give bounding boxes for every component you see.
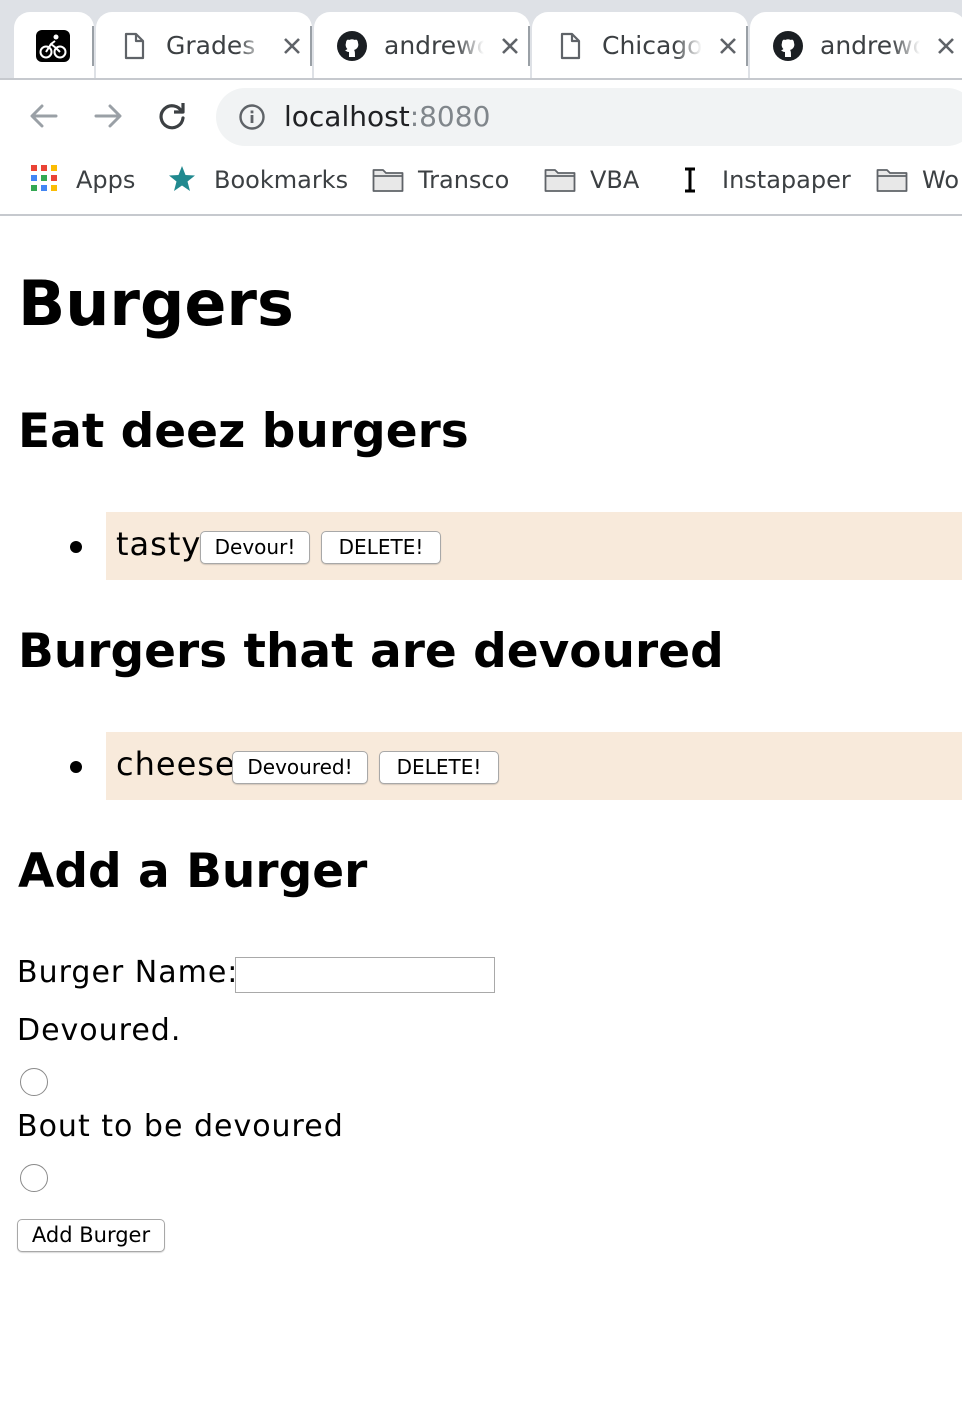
tab-grades[interactable]: Grades <box>96 12 312 78</box>
list-bullet <box>70 761 82 773</box>
close-icon[interactable] <box>276 30 308 62</box>
tab-separator <box>746 26 748 66</box>
bookmark-label: Wo <box>922 166 960 194</box>
star-icon <box>169 166 195 191</box>
burger-name-label: Burger Name: <box>17 955 239 990</box>
add-burger-heading: Add a Burger <box>18 844 368 899</box>
document-icon <box>560 32 581 60</box>
tab-separator <box>528 26 530 66</box>
list-item: tasty Devour! DELETE! <box>106 512 962 580</box>
tab-title: Chicago <box>602 30 702 62</box>
devoured-button[interactable]: Devoured! <box>232 751 368 784</box>
tab-separator <box>310 26 312 66</box>
bookmarks-bar: Apps Bookmarks Transco VBA Instapaper Wo <box>0 154 962 216</box>
burger-name-input[interactable] <box>235 957 495 993</box>
forward-arrow-icon[interactable] <box>90 98 126 134</box>
list-bullet <box>70 541 82 553</box>
list-item: cheese Devoured! DELETE! <box>106 732 962 800</box>
bookmark-label: Apps <box>76 166 136 194</box>
document-icon <box>124 32 145 60</box>
bookmark-label: Bookmarks <box>214 166 349 194</box>
not-devoured-radio[interactable] <box>20 1164 48 1192</box>
tab-github-2[interactable]: andrewc <box>750 12 962 78</box>
tab-pinned[interactable] <box>14 12 94 78</box>
devour-button[interactable]: Devour! <box>200 531 310 564</box>
bookmark-label: Instapaper <box>722 166 851 194</box>
close-icon[interactable] <box>930 30 962 62</box>
bookmark-label: Transco <box>418 166 510 194</box>
bookmark-label: VBA <box>590 166 640 194</box>
back-arrow-icon[interactable] <box>26 98 62 134</box>
tab-github-1[interactable]: andrewc <box>314 12 530 78</box>
not-devoured-option-label: Bout to be devoured <box>17 1109 344 1144</box>
burger-name: cheese <box>116 745 236 783</box>
devoured-radio[interactable] <box>20 1068 48 1096</box>
cyclist-icon <box>36 30 70 62</box>
page-title: Burgers <box>18 267 294 340</box>
delete-button[interactable]: DELETE! <box>321 531 441 564</box>
info-icon[interactable] <box>238 103 266 131</box>
browser-toolbar: localhost:8080 <box>0 78 962 154</box>
page-content: Burgers Eat deez burgers tasty Devour! D… <box>0 216 962 1412</box>
devoured-option-label: Devoured. <box>17 1013 182 1048</box>
tab-strip: Grades andrewc Chicago andrewc <box>0 0 962 78</box>
github-icon <box>337 31 367 61</box>
folder-icon <box>544 169 576 192</box>
github-icon <box>773 31 803 61</box>
address-bar[interactable]: localhost:8080 <box>216 88 962 146</box>
tab-title: andrewc <box>384 30 484 62</box>
tab-title: Grades <box>166 30 266 62</box>
close-icon[interactable] <box>712 30 744 62</box>
close-icon[interactable] <box>494 30 526 62</box>
apps-grid-icon <box>31 165 57 191</box>
burger-name: tasty <box>116 525 202 563</box>
devoured-heading: Burgers that are devoured <box>18 624 724 679</box>
instapaper-icon <box>676 164 704 196</box>
folder-icon <box>372 169 404 192</box>
tab-title: andrewc <box>820 30 920 62</box>
uneaten-heading: Eat deez burgers <box>18 404 469 459</box>
add-burger-button[interactable]: Add Burger <box>17 1219 165 1252</box>
tab-chicago[interactable]: Chicago <box>532 12 748 78</box>
delete-button[interactable]: DELETE! <box>379 751 499 784</box>
folder-icon <box>876 169 908 192</box>
reload-icon[interactable] <box>154 98 190 134</box>
url-text: localhost:8080 <box>284 100 491 133</box>
tab-separator <box>92 26 94 66</box>
